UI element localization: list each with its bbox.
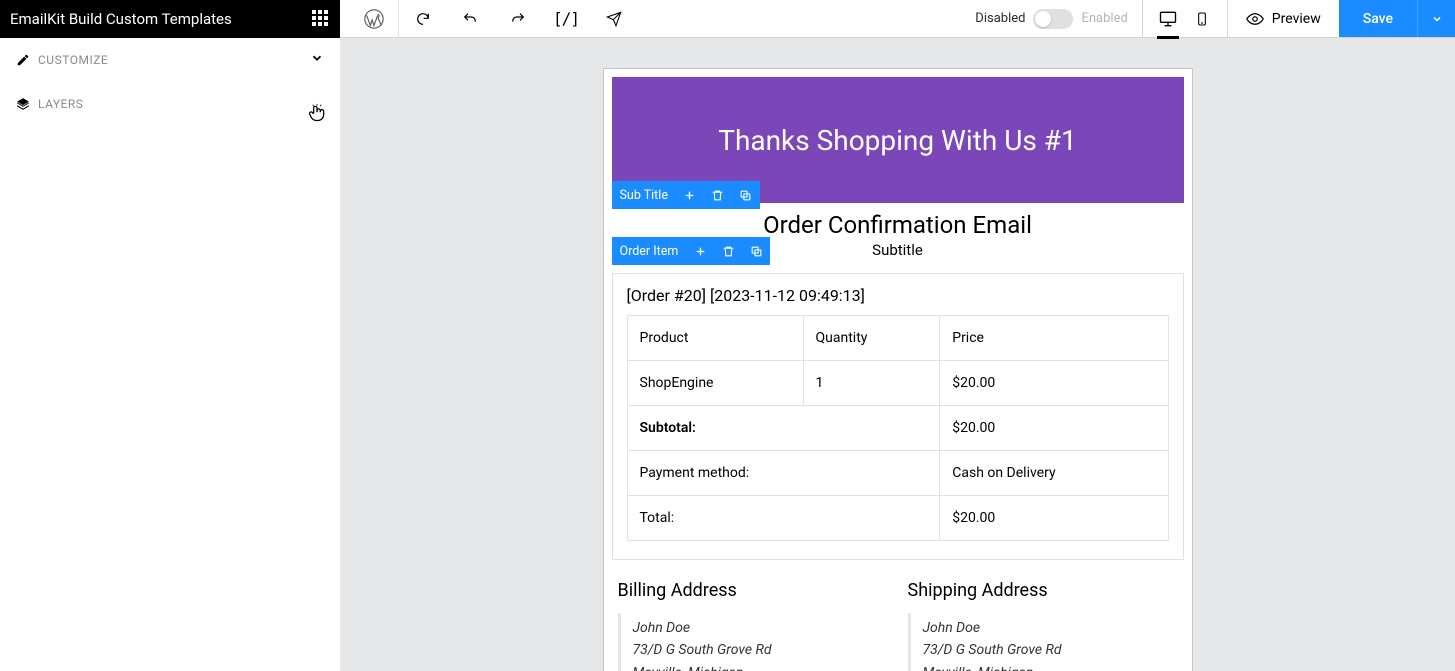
app-title: EmailKit Build Custom Templates [10, 10, 232, 28]
main: [/] Disabled Enabled [340, 0, 1455, 671]
shipping-block: John Doe 73/D G South Grove Rd Mayville,… [908, 613, 1178, 671]
subtitle-toolbar-label: Sub Title [612, 188, 676, 203]
preview-label: Preview [1272, 11, 1321, 27]
layers-icon [16, 97, 30, 111]
trash-icon [722, 245, 735, 258]
email-frame[interactable]: Thanks Shopping With Us #1 Sub Title [603, 68, 1193, 671]
device-desktop-button[interactable] [1151, 0, 1185, 38]
email-heading[interactable]: Order Confirmation Email [612, 211, 1184, 239]
banner-text: Thanks Shopping With Us #1 [718, 124, 1077, 157]
chevron-down-icon [310, 51, 324, 69]
billing-title: Billing Address [618, 580, 888, 601]
summary-value: Cash on Delivery [940, 451, 1168, 496]
billing-block: John Doe 73/D G South Grove Rd Mayville,… [618, 613, 888, 671]
trash-icon [711, 189, 724, 202]
subtitle-toolbar: Sub Title [612, 181, 760, 209]
shipping-address-col[interactable]: Shipping Address John Doe 73/D G South G… [908, 580, 1178, 671]
order-item-delete-button[interactable] [714, 237, 742, 265]
subtitle-add-button[interactable] [676, 181, 704, 209]
redo-button[interactable] [494, 0, 542, 38]
device-group [1142, 0, 1227, 37]
refresh-button[interactable] [398, 0, 446, 38]
billing-address-col[interactable]: Billing Address John Doe 73/D G South Gr… [618, 580, 888, 671]
table-row: ShopEngine 1 $20.00 [627, 361, 1168, 406]
summary-value: $20.00 [940, 496, 1168, 541]
toggle-label-enabled: Enabled [1081, 11, 1127, 26]
sidebar-label-layers: LAYERS [38, 97, 83, 111]
th-product: Product [627, 316, 803, 361]
plus-icon [694, 245, 707, 258]
wordpress-icon[interactable] [350, 0, 398, 38]
cell-quantity: 1 [803, 361, 940, 406]
subtitle-delete-button[interactable] [704, 181, 732, 209]
save-label: Save [1363, 11, 1393, 27]
order-table: Product Quantity Price ShopEngine 1 $20.… [627, 315, 1169, 541]
sidebar-item-customize[interactable]: CUSTOMIZE [0, 38, 340, 82]
chevron-down-icon [1431, 13, 1443, 25]
summary-row-payment: Payment method: Cash on Delivery [627, 451, 1168, 496]
save-dropdown-button[interactable] [1417, 0, 1455, 37]
order-title: [Order #20] [2023-11-12 09:49:13] [627, 286, 1169, 305]
topbar: [/] Disabled Enabled [340, 0, 1455, 38]
shortcode-button[interactable]: [/] [542, 0, 590, 38]
summary-label: Payment method: [627, 451, 940, 496]
subtitle-duplicate-button[interactable] [732, 181, 760, 209]
cell-price: $20.00 [940, 361, 1168, 406]
summary-label: Total: [627, 496, 940, 541]
copy-icon [739, 189, 752, 202]
sidebar: EmailKit Build Custom Templates CUSTOMIZ… [0, 0, 340, 671]
billing-street: 73/D G South Grove Rd [633, 639, 888, 661]
summary-value: $20.00 [940, 406, 1168, 451]
shipping-street: 73/D G South Grove Rd [923, 639, 1178, 661]
order-item-toolbar-label: Order Item [612, 244, 687, 259]
th-quantity: Quantity [803, 316, 940, 361]
apps-grid-icon[interactable] [312, 10, 330, 28]
table-header-row: Product Quantity Price [627, 316, 1168, 361]
send-button[interactable] [590, 0, 638, 38]
copy-icon [750, 245, 763, 258]
order-item-duplicate-button[interactable] [742, 237, 770, 265]
enable-toggle[interactable] [1033, 9, 1073, 29]
shipping-name: John Doe [923, 617, 1178, 639]
order-section[interactable]: [Order #20] [2023-11-12 09:49:13] Produc… [612, 273, 1184, 560]
sidebar-label-customize: CUSTOMIZE [38, 53, 108, 67]
toggle-label-disabled: Disabled [975, 11, 1025, 26]
sidebar-header: EmailKit Build Custom Templates [0, 0, 340, 38]
addresses: Billing Address John Doe 73/D G South Gr… [604, 568, 1192, 671]
cell-product: ShopEngine [627, 361, 803, 406]
shipping-title: Shipping Address [908, 580, 1178, 601]
summary-row-total: Total: $20.00 [627, 496, 1168, 541]
preview-button[interactable]: Preview [1227, 0, 1339, 37]
eye-icon [1246, 10, 1264, 28]
order-item-toolbar: Order Item [612, 237, 771, 265]
th-price: Price [940, 316, 1168, 361]
device-mobile-button[interactable] [1185, 0, 1219, 38]
order-item-add-button[interactable] [686, 237, 714, 265]
plus-icon [683, 189, 696, 202]
sidebar-item-layers[interactable]: LAYERS [0, 82, 340, 126]
shipping-city: Mayville, Michigan [923, 662, 1178, 671]
undo-button[interactable] [446, 0, 494, 38]
enable-toggle-group: Disabled Enabled [961, 9, 1142, 29]
billing-city: Mayville, Michigan [633, 662, 888, 671]
billing-name: John Doe [633, 617, 888, 639]
summary-label: Subtotal: [627, 406, 940, 451]
save-button[interactable]: Save [1339, 0, 1417, 37]
pencil-icon [16, 53, 30, 67]
canvas[interactable]: Thanks Shopping With Us #1 Sub Title [340, 38, 1455, 671]
summary-row-subtotal: Subtotal: $20.00 [627, 406, 1168, 451]
